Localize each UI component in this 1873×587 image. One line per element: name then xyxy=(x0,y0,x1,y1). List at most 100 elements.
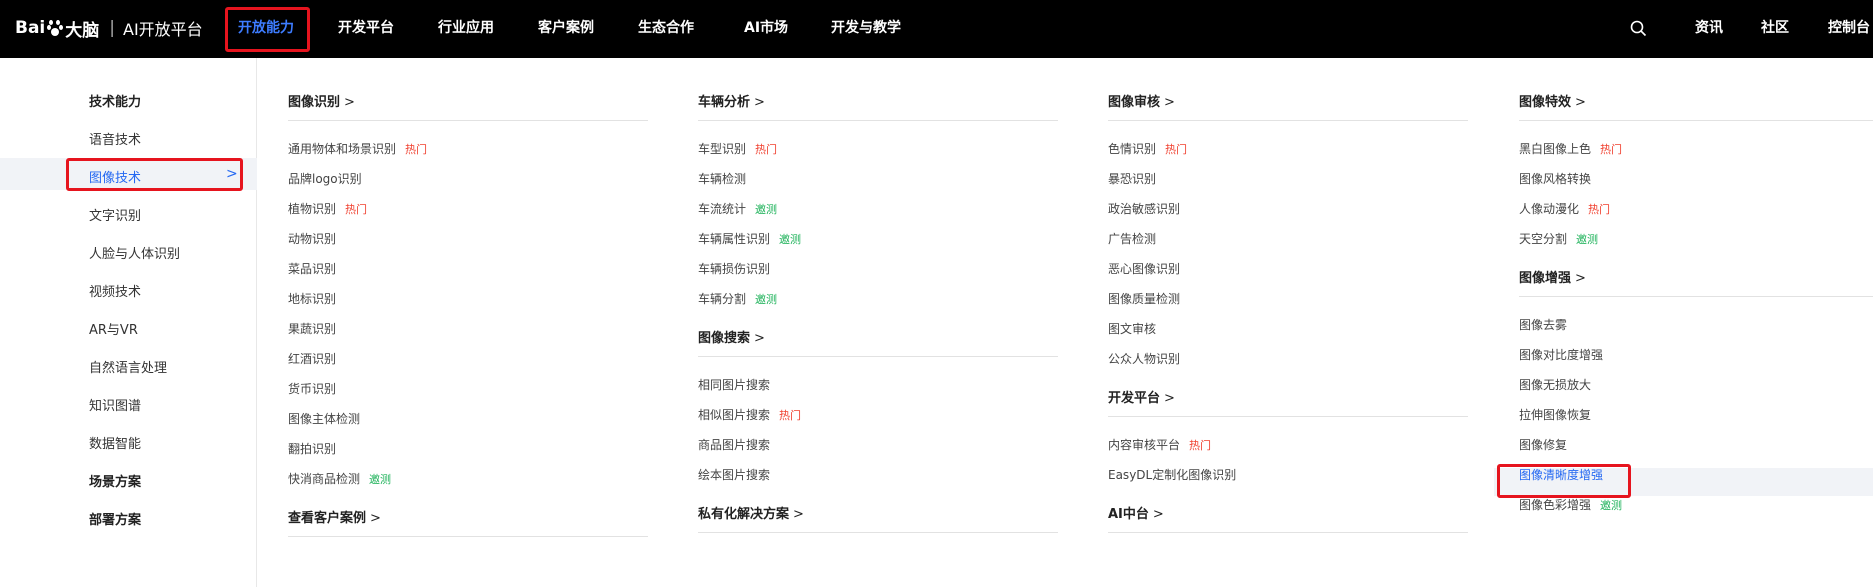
menu-link[interactable]: 政治敏感识别 xyxy=(1108,200,1180,217)
menu-link[interactable]: 翻拍识别 xyxy=(288,440,336,457)
section-divider xyxy=(698,120,1058,121)
menu-link-label: 翻拍识别 xyxy=(288,442,337,456)
menu-link[interactable]: 相同图片搜索 xyxy=(698,376,770,393)
menu-link[interactable]: EasyDL定制化图像识别 xyxy=(1108,466,1236,483)
sidebar-item[interactable]: 知识图谱 xyxy=(89,395,141,414)
arrow-right-icon: > xyxy=(1152,507,1164,522)
sidebar-item[interactable]: 自然语言处理 xyxy=(89,357,167,376)
menu-link-label: 图像风格转换 xyxy=(1519,172,1592,186)
menu-link[interactable]: 地标识别 xyxy=(288,290,336,307)
nav-dev-education[interactable]: 开发与教学 xyxy=(831,15,901,41)
menu-link[interactable]: 图文审核 xyxy=(1108,320,1156,337)
menu-link-label: 车辆属性识别 xyxy=(698,232,771,246)
menu-link[interactable]: 果蔬识别 xyxy=(288,320,336,337)
menu-link[interactable]: 内容审核平台 热门 xyxy=(1108,436,1211,453)
menu-link-label: 相似图片搜索 xyxy=(698,408,771,422)
menu-link[interactable]: 图像主体检测 xyxy=(288,410,360,427)
menu-link[interactable]: 天空分割 邀测 xyxy=(1519,230,1598,247)
section-divider xyxy=(698,356,1058,357)
hot-badge: 热门 xyxy=(755,143,778,156)
menu-link[interactable]: 拉伸图像恢复 xyxy=(1519,406,1591,423)
menu-link[interactable]: 图像质量检测 xyxy=(1108,290,1180,307)
search-icon[interactable] xyxy=(1630,20,1647,37)
menu-link-label: 图文审核 xyxy=(1108,322,1157,336)
beta-badge: 邀测 xyxy=(755,293,778,306)
menu-link-label: 品牌logo识别 xyxy=(288,172,362,186)
menu-link[interactable]: 色情识别 热门 xyxy=(1108,140,1187,157)
menu-link-label: 车辆检测 xyxy=(698,172,747,186)
menu-link[interactable]: 图像色彩增强 邀测 xyxy=(1519,496,1622,513)
menu-link[interactable]: 图像修复 xyxy=(1519,436,1567,453)
section-title[interactable]: 开发平台 > xyxy=(1108,387,1175,406)
section-divider xyxy=(698,532,1058,533)
sidebar-item[interactable]: AR与VR xyxy=(89,319,138,338)
menu-link[interactable]: 品牌logo识别 xyxy=(288,170,362,187)
baidu-ai-logo[interactable]: Bai 大脑 | AI开放平台 xyxy=(15,13,203,43)
section-title[interactable]: 车辆分析 > xyxy=(698,91,765,110)
nav-dev-platform[interactable]: 开发平台 xyxy=(338,15,394,41)
section-title[interactable]: 私有化解决方案 > xyxy=(698,503,804,522)
section-title[interactable]: 图像增强 > xyxy=(1519,267,1586,286)
menu-link[interactable]: 绘本图片搜索 xyxy=(698,466,770,483)
nav-ai-market[interactable]: AI市场 xyxy=(744,15,788,41)
menu-link[interactable]: 图像无损放大 xyxy=(1519,376,1591,393)
sidebar-item[interactable]: 视频技术 xyxy=(89,281,141,300)
menu-link[interactable]: 车辆属性识别 邀测 xyxy=(698,230,801,247)
menu-link-label: EasyDL定制化图像识别 xyxy=(1108,468,1237,482)
menu-link[interactable]: 公众人物识别 xyxy=(1108,350,1180,367)
menu-link[interactable]: 车型识别 热门 xyxy=(698,140,777,157)
nav-console[interactable]: 控制台 xyxy=(1828,15,1870,41)
menu-link-label: 车型识别 xyxy=(698,142,747,156)
menu-link[interactable]: 相似图片搜索 热门 xyxy=(698,406,801,423)
beta-badge: 邀测 xyxy=(1600,499,1623,512)
nav-ecosystem[interactable]: 生态合作 xyxy=(638,15,694,41)
section-title[interactable]: 图像审核 > xyxy=(1108,91,1175,110)
menu-link[interactable]: 黑白图像上色 热门 xyxy=(1519,140,1622,157)
nav-news[interactable]: 资讯 xyxy=(1695,15,1723,41)
sidebar-item[interactable]: 场景方案 xyxy=(89,471,141,490)
nav-customer-cases[interactable]: 客户案例 xyxy=(538,15,594,41)
menu-link[interactable]: 菜品识别 xyxy=(288,260,336,277)
section-title-label: 图像特效 xyxy=(1519,95,1572,110)
menu-link[interactable]: 广告检测 xyxy=(1108,230,1156,247)
section-title[interactable]: 图像特效 > xyxy=(1519,91,1586,110)
sidebar-item[interactable]: 部署方案 xyxy=(89,509,141,528)
menu-link[interactable]: 人像动漫化 热门 xyxy=(1519,200,1610,217)
menu-link[interactable]: 车辆损伤识别 xyxy=(698,260,770,277)
section-title[interactable]: AI中台 > xyxy=(1108,503,1164,522)
menu-link[interactable]: 货币识别 xyxy=(288,380,336,397)
menu-link[interactable]: 车辆检测 xyxy=(698,170,746,187)
nav-community[interactable]: 社区 xyxy=(1761,15,1789,41)
menu-link-label: 图像主体检测 xyxy=(288,412,361,426)
menu-link-label: 通用物体和场景识别 xyxy=(288,142,397,156)
nav-industry-apps[interactable]: 行业应用 xyxy=(438,15,494,41)
menu-link[interactable]: 暴恐识别 xyxy=(1108,170,1156,187)
menu-link[interactable]: 恶心图像识别 xyxy=(1108,260,1180,277)
section-title[interactable]: 查看客户案例 > xyxy=(288,507,381,526)
menu-link[interactable]: 植物识别 热门 xyxy=(288,200,367,217)
menu-link-label: 暴恐识别 xyxy=(1108,172,1157,186)
sidebar-item[interactable]: 数据智能 xyxy=(89,433,141,452)
menu-link-label: 色情识别 xyxy=(1108,142,1157,156)
menu-link[interactable]: 图像去雾 xyxy=(1519,316,1567,333)
menu-link[interactable]: 红酒识别 xyxy=(288,350,336,367)
arrow-right-icon: > xyxy=(1164,95,1175,110)
menu-link[interactable]: 图像对比度增强 xyxy=(1519,346,1603,363)
beta-badge: 邀测 xyxy=(1576,233,1599,246)
logo-subtitle: AI开放平台 xyxy=(123,20,203,39)
sidebar-item[interactable]: 语音技术 xyxy=(89,129,141,148)
menu-link[interactable]: 商品图片搜索 xyxy=(698,436,770,453)
section-title[interactable]: 图像识别 > xyxy=(288,91,355,110)
menu-link[interactable]: 通用物体和场景识别 热门 xyxy=(288,140,427,157)
section-divider xyxy=(1108,120,1468,121)
menu-link[interactable]: 图像风格转换 xyxy=(1519,170,1591,187)
menu-link[interactable]: 动物识别 xyxy=(288,230,336,247)
section-title[interactable]: 图像搜索 > xyxy=(698,327,765,346)
sidebar-item[interactable]: 技术能力 xyxy=(89,91,141,110)
hot-badge: 热门 xyxy=(779,409,802,422)
menu-link[interactable]: 车流统计 邀测 xyxy=(698,200,777,217)
sidebar-item[interactable]: 文字识别 xyxy=(89,205,141,224)
sidebar-item[interactable]: 人脸与人体识别 xyxy=(89,243,180,262)
menu-link[interactable]: 车辆分割 邀测 xyxy=(698,290,777,307)
menu-link[interactable]: 快消商品检测 邀测 xyxy=(288,470,391,487)
